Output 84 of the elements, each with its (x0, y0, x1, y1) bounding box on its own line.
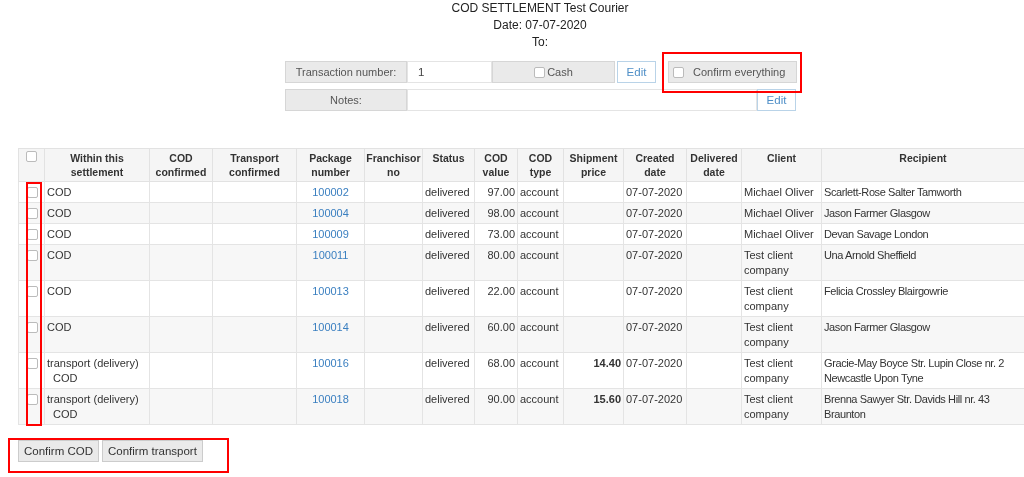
package-link[interactable]: 100018 (312, 393, 349, 405)
row-checkbox[interactable] (27, 394, 38, 405)
edit-button[interactable]: Edit (617, 61, 656, 83)
table-cell: 07-07-2020 (623, 388, 687, 425)
settlement-type: COD (52, 371, 79, 386)
column-header: Client (741, 148, 822, 182)
table-cell: delivered (422, 388, 475, 425)
page-title: COD SETTLEMENT Test Courier (451, 0, 629, 17)
row-checkbox[interactable] (27, 187, 38, 198)
table-cell: Test client company (741, 388, 822, 425)
table-cell: account (517, 280, 564, 317)
table-cell: Jason Farmer Glasgow (821, 316, 1024, 353)
table-cell: account (517, 316, 564, 353)
confirm-everything-label: Confirm everything (693, 66, 786, 78)
table-cell: delivered (422, 352, 475, 389)
column-header: Within this settlement (44, 148, 150, 182)
column-header: Created date (623, 148, 687, 182)
table-cell: Gracie-May Boyce Str. Lupin Close nr. 2 Newcastle Upon Tyne (821, 352, 1024, 389)
table-cell: Test client company (741, 316, 822, 353)
cash-label: Cash (547, 66, 573, 78)
table-cell: 07-07-2020 (623, 244, 687, 281)
notes-label: Notes: (285, 89, 407, 111)
table-cell: account (517, 244, 564, 281)
cash-checkbox[interactable] (534, 66, 546, 78)
table-cell: 90.00 (474, 388, 518, 425)
row-checkbox[interactable] (27, 250, 38, 261)
row-checkbox[interactable] (27, 358, 38, 369)
to-text: To: (532, 34, 548, 51)
column-header: Recipient (821, 148, 1024, 182)
table-cell: 07-07-2020 (623, 352, 687, 389)
table-cell: 68.00 (474, 352, 518, 389)
column-header: COD value (474, 148, 518, 182)
settlement-type: COD (47, 320, 73, 335)
column-header: Delivered date (686, 148, 742, 182)
confirm-button[interactable]: Confirm COD (18, 440, 99, 462)
column-header: Package number (296, 148, 365, 182)
row-checkbox[interactable] (27, 229, 38, 240)
settlement-type: COD (47, 248, 73, 263)
table-cell: account (517, 388, 564, 425)
column-header: COD type (517, 148, 564, 182)
confirm-everything-checkbox[interactable] (673, 66, 684, 78)
table-cell: Brenna Sawyer Str. Davids Hill nr. 43 Braunton (821, 388, 1024, 425)
table-cell: 80.00 (474, 244, 518, 281)
table-cell: Test client company (741, 280, 822, 317)
settlement-type: transport (delivery) (47, 356, 140, 371)
table-cell: Test client company (741, 244, 822, 281)
column-header: Shipment price (563, 148, 624, 182)
column-header: Transport confirmed (212, 148, 297, 182)
package-link[interactable]: 100014 (312, 321, 349, 333)
row-checkbox[interactable] (27, 322, 38, 333)
transaction-label: Transaction number: (285, 61, 407, 83)
table-cell: delivered (422, 244, 475, 281)
table-cell: 22.00 (474, 280, 518, 317)
settlement-type: COD (47, 206, 73, 221)
table-cell: delivered (422, 316, 475, 353)
row-checkbox[interactable] (27, 208, 38, 219)
table-cell: Test client company (741, 352, 822, 389)
settlement-type: COD (47, 227, 73, 242)
column-header: Franchisor no (364, 148, 423, 182)
table-cell: Una Arnold Sheffield (821, 244, 1024, 281)
table-cell: delivered (422, 280, 475, 317)
table-cell: 14.40 (563, 352, 624, 389)
row-checkbox[interactable] (27, 286, 38, 297)
table-cell: account (517, 352, 564, 389)
column-header: Status (422, 148, 475, 182)
table-cell: Felicia Crossley Blairgowrie (821, 280, 1024, 317)
notes-field[interactable] (407, 89, 757, 111)
date-text: Date: 07-07-2020 (493, 17, 587, 34)
table-cell: 07-07-2020 (623, 280, 687, 317)
package-link[interactable]: 100013 (312, 285, 349, 297)
settlement-type: COD (52, 407, 79, 422)
package-link[interactable]: 100011 (312, 249, 349, 261)
settlement-type: COD (47, 284, 73, 299)
settlement-type: COD (47, 185, 73, 200)
notes-edit-button[interactable]: Edit (757, 89, 796, 111)
package-link[interactable]: 100016 (312, 357, 349, 369)
table-cell: 15.60 (563, 388, 624, 425)
column-header: COD confirmed (149, 148, 213, 182)
table-cell: 60.00 (474, 316, 518, 353)
table-cell: 07-07-2020 (623, 316, 687, 353)
select-all-checkbox[interactable] (26, 151, 37, 162)
transaction-number-field[interactable]: 1 (407, 61, 492, 83)
confirm-button[interactable]: Confirm transport (102, 440, 203, 462)
settlement-type: transport (delivery) (47, 392, 140, 407)
